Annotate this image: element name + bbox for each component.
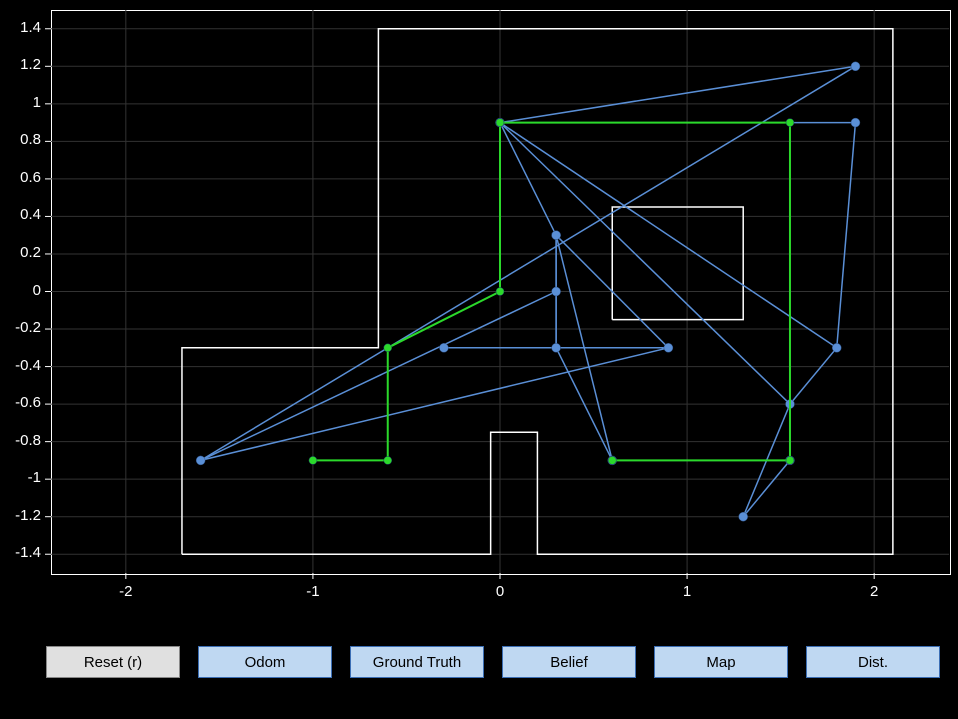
odom-point [552,231,561,240]
y-tick-label: -1.2 [15,507,41,524]
odom-point [196,456,205,465]
y-tick-label: 1 [33,94,41,111]
odom-point [552,287,561,296]
y-tick-label: -0.8 [15,432,41,449]
y-tick-label: 0.4 [20,206,41,223]
odom-point [664,343,673,352]
odom-edge [500,66,855,122]
x-tick-label: 0 [480,583,520,600]
odom-point [851,118,860,127]
y-tick-label: 0.2 [20,244,41,261]
ground-truth-path-point [786,456,794,464]
y-tick-label: 0 [33,282,41,299]
odom-edge [790,348,837,404]
odom-edge [500,123,837,348]
ground-truth-path-point [309,456,317,464]
y-tick-label: -1.4 [15,544,41,561]
odom-point [439,343,448,352]
y-tick-label: -0.6 [15,394,41,411]
dist-button[interactable]: Dist. [806,646,940,678]
y-tick-label: 1.2 [20,56,41,73]
y-tick-label: -0.2 [15,319,41,336]
odom-point [832,343,841,352]
odom-button[interactable]: Odom [198,646,332,678]
ground-truth-path-point [608,456,616,464]
ground-truth-path-point [496,119,504,127]
map-button[interactable]: Map [654,646,788,678]
button-bar: Reset (r) Odom Ground Truth Belief Map D… [0,646,958,678]
ground-truth-path-point [384,456,392,464]
y-tick-label: 0.6 [20,169,41,186]
x-tick-label: -1 [293,583,333,600]
y-tick-label: -0.4 [15,357,41,374]
x-tick-label: -2 [106,583,146,600]
map-inner-box [612,207,743,320]
odom-point [739,512,748,521]
ground-truth-button[interactable]: Ground Truth [350,646,484,678]
odom-point [851,62,860,71]
y-tick-label: 1.4 [20,19,41,36]
reset-button[interactable]: Reset (r) [46,646,180,678]
odom-edge [743,460,790,516]
belief-button[interactable]: Belief [502,646,636,678]
ground-truth-path-point [786,119,794,127]
x-tick-label: 1 [667,583,707,600]
odom-edge [837,123,856,348]
odom-point [552,343,561,352]
odom-edge [201,66,856,460]
odom-edge [500,123,790,405]
y-tick-label: 0.8 [20,131,41,148]
chart-container: -2 -1 0 1 2 -1.4 -1.2 -1 -0.8 -0.6 -0.4 -0.2 0 0.2 0.4… [0,0,958,719]
plot-svg [0,0,958,719]
ground-truth-path-point [384,344,392,352]
x-tick-label: 2 [854,583,894,600]
ground-truth-path-point [496,288,504,296]
y-tick-label: -1 [28,469,41,486]
